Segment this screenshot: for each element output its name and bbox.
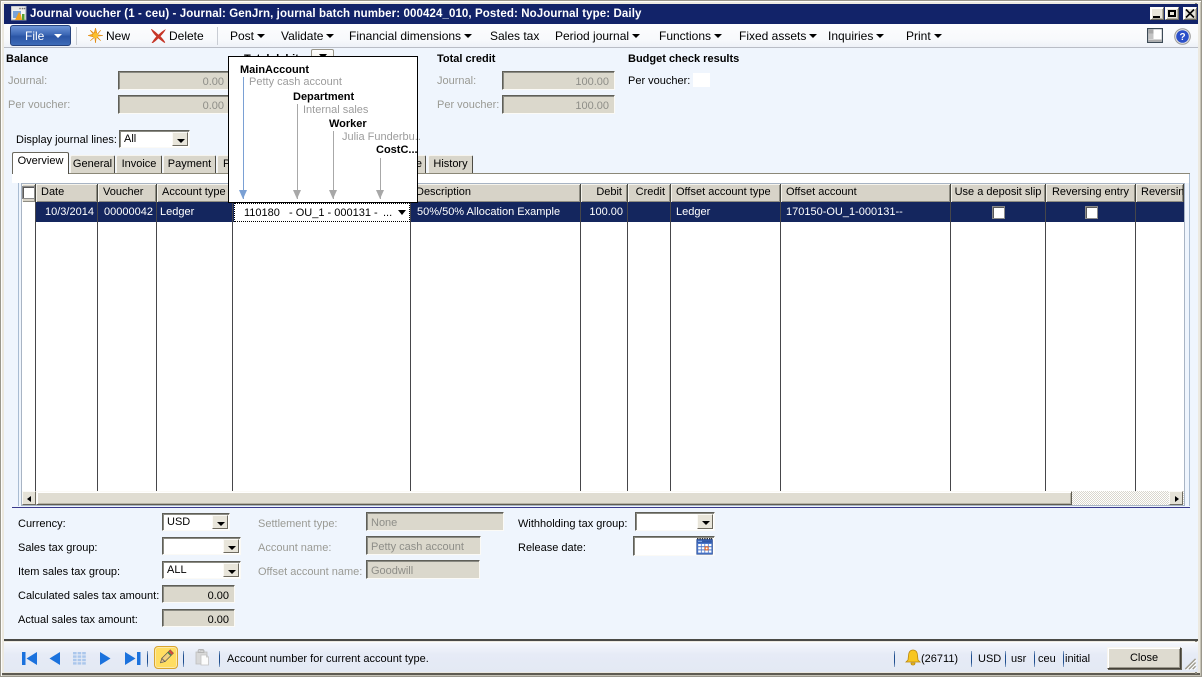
svg-text:?: ? <box>1179 32 1185 43</box>
